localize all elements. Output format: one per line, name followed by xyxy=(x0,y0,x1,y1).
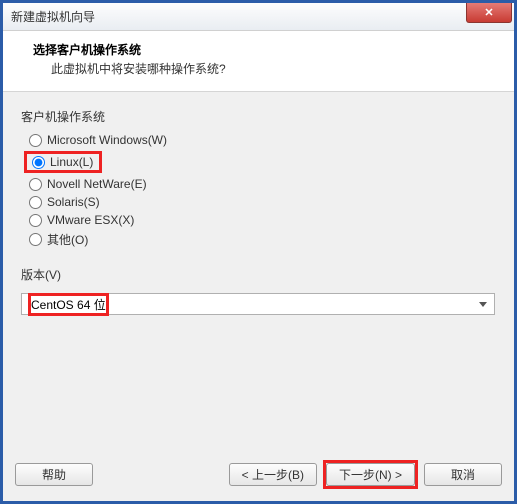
radio-linux-input[interactable] xyxy=(32,156,45,169)
radio-other[interactable]: 其他(O) xyxy=(21,229,496,250)
header-subtitle: 此虚拟机中将安装哪种操作系统? xyxy=(17,60,500,77)
back-button[interactable]: < 上一步(B) xyxy=(229,463,317,486)
radio-label: VMware ESX(X) xyxy=(47,213,134,227)
radio-solaris[interactable]: Solaris(S) xyxy=(21,193,496,211)
os-radio-group: Microsoft Windows(W) Linux(L) Novell Net… xyxy=(21,131,496,250)
button-row: 帮助 < 上一步(B) 下一步(N) > 取消 xyxy=(3,450,514,501)
header-panel: 选择客户机操作系统 此虚拟机中将安装哪种操作系统? xyxy=(3,31,514,92)
button-label: < 上一步(B) xyxy=(242,466,304,483)
radio-linux[interactable]: Linux(L) xyxy=(24,151,102,173)
titlebar: 新建虚拟机向导 ✕ xyxy=(3,3,514,31)
button-label: 取消 xyxy=(451,466,475,483)
cancel-button[interactable]: 取消 xyxy=(424,463,502,486)
close-button[interactable]: ✕ xyxy=(466,3,512,23)
version-dropdown[interactable]: CentOS 64 位 xyxy=(21,293,495,315)
radio-vmware-esx[interactable]: VMware ESX(X) xyxy=(21,211,496,229)
content-area: 客户机操作系统 Microsoft Windows(W) Linux(L) No… xyxy=(3,92,514,450)
radio-other-input[interactable] xyxy=(29,233,42,246)
dropdown-arrow-area[interactable] xyxy=(476,302,490,307)
radio-solaris-input[interactable] xyxy=(29,196,42,209)
radio-label: Linux(L) xyxy=(50,155,93,169)
radio-vmware-esx-input[interactable] xyxy=(29,214,42,227)
header-title: 选择客户机操作系统 xyxy=(17,41,500,58)
next-button[interactable]: 下一步(N) > xyxy=(326,463,415,486)
window-title: 新建虚拟机向导 xyxy=(11,8,95,25)
radio-windows[interactable]: Microsoft Windows(W) xyxy=(21,131,496,149)
radio-label: Solaris(S) xyxy=(47,195,100,209)
wizard-window: 新建虚拟机向导 ✕ 选择客户机操作系统 此虚拟机中将安装哪种操作系统? 客户机操… xyxy=(3,3,514,501)
radio-label: Microsoft Windows(W) xyxy=(47,133,167,147)
version-selected: CentOS 64 位 xyxy=(31,296,106,313)
close-icon: ✕ xyxy=(484,6,493,19)
help-button[interactable]: 帮助 xyxy=(15,463,93,486)
button-label: 下一步(N) > xyxy=(339,466,402,483)
button-label: 帮助 xyxy=(42,466,66,483)
os-group-label: 客户机操作系统 xyxy=(21,108,496,125)
chevron-down-icon xyxy=(479,302,487,307)
version-label: 版本(V) xyxy=(21,266,496,283)
radio-netware[interactable]: Novell NetWare(E) xyxy=(21,175,496,193)
radio-label: 其他(O) xyxy=(47,231,88,248)
radio-netware-input[interactable] xyxy=(29,178,42,191)
radio-label: Novell NetWare(E) xyxy=(47,177,147,191)
radio-windows-input[interactable] xyxy=(29,134,42,147)
